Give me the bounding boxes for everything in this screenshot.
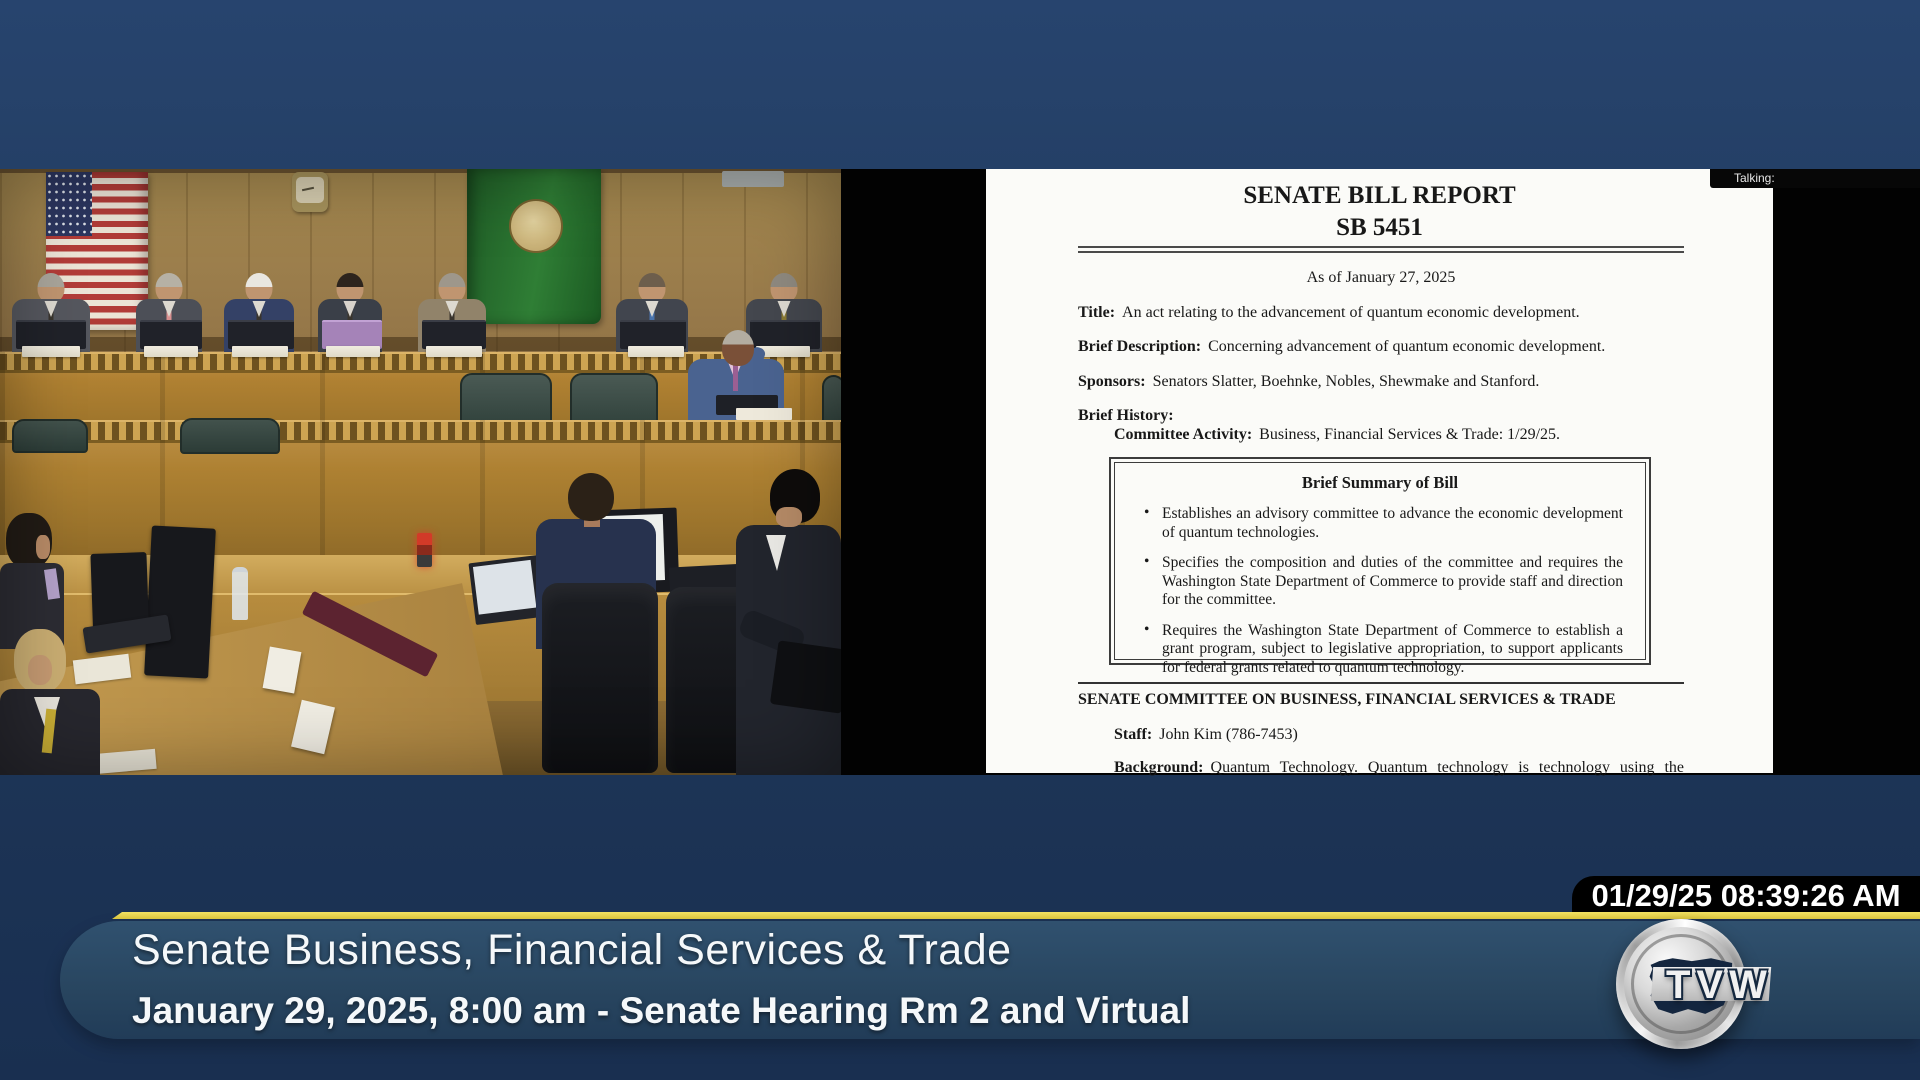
committee-chair — [822, 375, 841, 425]
staff-face — [36, 535, 50, 559]
laptop — [468, 554, 546, 626]
laptop — [228, 320, 294, 349]
washington-state-flag — [467, 169, 601, 324]
background-link: Quantum Technology. — [1210, 759, 1358, 776]
laptop — [750, 320, 820, 349]
laptop — [16, 320, 86, 349]
person-face — [776, 507, 802, 527]
nameplate — [232, 346, 288, 357]
committee-chair — [460, 373, 552, 425]
committee-chair — [570, 373, 658, 425]
background-field: Background: Quantum Technology. Quantum t… — [1114, 758, 1684, 777]
laptop — [620, 320, 686, 349]
laptop-screen — [472, 559, 537, 615]
section-rule — [1078, 682, 1684, 684]
carried-bag — [769, 640, 841, 714]
water-bottle — [232, 567, 248, 620]
us-flag-canton — [46, 172, 92, 236]
committee-chair — [12, 419, 88, 453]
tvw-logo: TVW — [1616, 919, 1772, 1049]
committee-activity-label: Committee Activity: — [1114, 426, 1253, 443]
brief-description-text: Concerning advancement of quantum econom… — [1208, 338, 1606, 355]
brief-summary-box: Brief Summary of Bill • Establishes an ad… — [1109, 457, 1651, 676]
talking-indicator: Talking: — [1710, 169, 1920, 188]
bill-report-page: SENATE BILL REPORT SB 5451 As of January… — [986, 169, 1773, 776]
title-label: Title: — [1078, 304, 1116, 321]
laptop — [140, 320, 202, 349]
double-rule — [1078, 246, 1684, 253]
committee-heading: SENATE COMMITTEE ON BUSINESS, FINANCIAL … — [1078, 691, 1616, 708]
sponsors-field: Sponsors: Senators Slatter, Boehnke, Nobl… — [1078, 372, 1684, 391]
nameplate — [22, 346, 80, 357]
sponsors-label: Sponsors: — [1078, 373, 1146, 390]
walking-person — [736, 469, 841, 775]
banner-session-subtitle: January 29, 2025, 8:00 am - Senate Heari… — [132, 990, 1191, 1031]
staff-face — [28, 655, 52, 685]
brief-history-label: Brief History: — [1078, 407, 1174, 424]
clock-face — [296, 177, 324, 203]
title-field: Title: An act relating to the advancement… — [1078, 303, 1684, 322]
bill-number: SB 5451 — [1336, 214, 1423, 241]
accent-line — [112, 912, 1920, 919]
background-label: Background: — [1114, 759, 1204, 776]
nameplate — [426, 346, 482, 357]
witness-head — [568, 473, 614, 521]
screen-share-region: SENATE BILL REPORT SB 5451 As of January… — [841, 169, 1920, 776]
bullet-text: Specifies the composition and duties of … — [1162, 554, 1623, 608]
sponsors-text: Senators Slatter, Boehnke, Nobles, Shewm… — [1152, 373, 1540, 390]
committee-activity-field: Committee Activity: Business, Financial S… — [1114, 425, 1684, 444]
staff-text: John Kim (786-7453) — [1159, 726, 1298, 743]
committee-chair — [180, 418, 280, 454]
bullet-icon: • — [1144, 553, 1150, 570]
bullet-icon: • — [1144, 620, 1150, 638]
summary-bullet: • Establishes an advisory committee to ad… — [1137, 504, 1623, 542]
staff-label: Staff: — [1114, 726, 1153, 743]
staff-monitor — [144, 525, 216, 679]
brief-summary-inner: Brief Summary of Bill • Establishes an ad… — [1114, 462, 1646, 676]
state-seal — [509, 199, 563, 253]
nameplate — [144, 346, 198, 357]
hearing-room-video — [0, 169, 841, 775]
laptop — [322, 320, 382, 349]
summary-heading: Brief Summary of Bill — [1301, 473, 1459, 492]
committee-activity-text: Business, Financial Services & Trade: 1/… — [1259, 426, 1561, 443]
nameplate — [628, 346, 684, 357]
nameplate — [736, 408, 792, 420]
as-of-date: As of January 27, 2025 — [1306, 269, 1456, 286]
timestamp-badge: 01/29/25 08:39:26 AM — [1572, 876, 1920, 914]
summary-bullet: • Requires the Washington State Departmen… — [1137, 620, 1623, 678]
laptop — [422, 320, 486, 349]
bullet-text: Establishes an advisory committee to adv… — [1162, 505, 1623, 541]
timer-light — [417, 533, 432, 567]
banner-committee-title: Senate Business, Financial Services & Tr… — [132, 926, 1012, 974]
bullet-text: Requires the Washington State Department… — [1162, 621, 1623, 676]
office-chair — [542, 583, 658, 773]
tvw-stream-frame: SENATE BILL REPORT SB 5451 As of January… — [0, 0, 1920, 1080]
nameplate — [326, 346, 380, 357]
background-text: Quantum technology is technology using t… — [1367, 759, 1685, 776]
title-text: An act relating to the advancement of qu… — [1122, 304, 1580, 321]
wall-clock — [292, 172, 328, 212]
brief-description-label: Brief Description: — [1078, 338, 1202, 355]
report-title: SENATE BILL REPORT — [1243, 182, 1516, 209]
summary-bullet: • Specifies the composition and duties of… — [1137, 553, 1623, 610]
staff-field: Staff: John Kim (786-7453) — [1114, 725, 1684, 744]
projection-screen-housing — [722, 171, 784, 187]
member-tie — [733, 365, 738, 391]
brief-description-field: Brief Description: Concerning advancement… — [1078, 337, 1684, 356]
bullet-icon: • — [1144, 504, 1150, 521]
member-head — [722, 330, 754, 366]
logo-wordmark: TVW — [1666, 963, 1773, 1007]
